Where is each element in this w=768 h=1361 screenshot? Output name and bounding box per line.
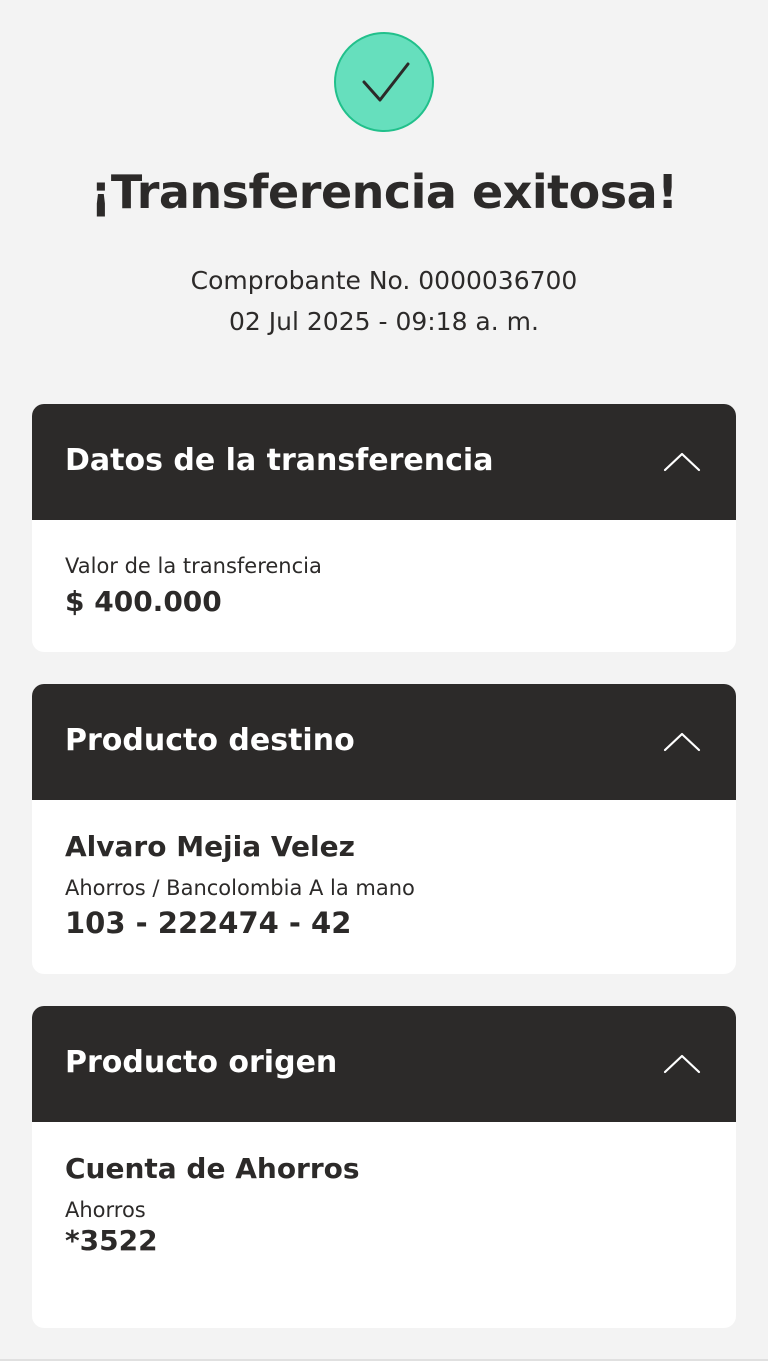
transfer-data-title: Datos de la transferencia (65, 443, 494, 478)
destination-account-type: Ahorros / Bancolombia A la mano (65, 876, 415, 900)
chevron-up-icon[interactable] (662, 448, 702, 476)
recipient-name: Alvaro Mejia Velez (65, 830, 355, 863)
chevron-up-icon[interactable] (662, 728, 702, 756)
destination-product-card: Producto destino Alvaro Mejia Velez Ahor… (32, 684, 736, 974)
destination-product-title: Producto destino (65, 723, 355, 758)
success-check-icon (334, 32, 434, 132)
transfer-datetime: 02 Jul 2025 - 09:18 a. m. (229, 307, 539, 336)
receipt-number: Comprobante No. 0000036700 (190, 266, 578, 295)
amount-label: Valor de la transferencia (65, 554, 322, 578)
chevron-up-icon[interactable] (662, 1050, 702, 1078)
page-title: ¡Transferencia exitosa! (90, 165, 678, 219)
origin-account-number: *3522 (65, 1224, 158, 1257)
origin-account-type: Ahorros (65, 1198, 146, 1222)
origin-product-header[interactable]: Producto origen (32, 1006, 736, 1122)
destination-product-header[interactable]: Producto destino (32, 684, 736, 800)
origin-product-title: Producto origen (65, 1045, 338, 1080)
origin-product-card: Producto origen Cuenta de Ahorros Ahorro… (32, 1006, 736, 1328)
destination-account-number: 103 - 222474 - 42 (65, 906, 352, 940)
transfer-data-card: Datos de la transferencia Valor de la tr… (32, 404, 736, 652)
amount-value: $ 400.000 (65, 585, 222, 618)
transfer-data-header[interactable]: Datos de la transferencia (32, 404, 736, 520)
origin-account-name: Cuenta de Ahorros (65, 1152, 360, 1185)
